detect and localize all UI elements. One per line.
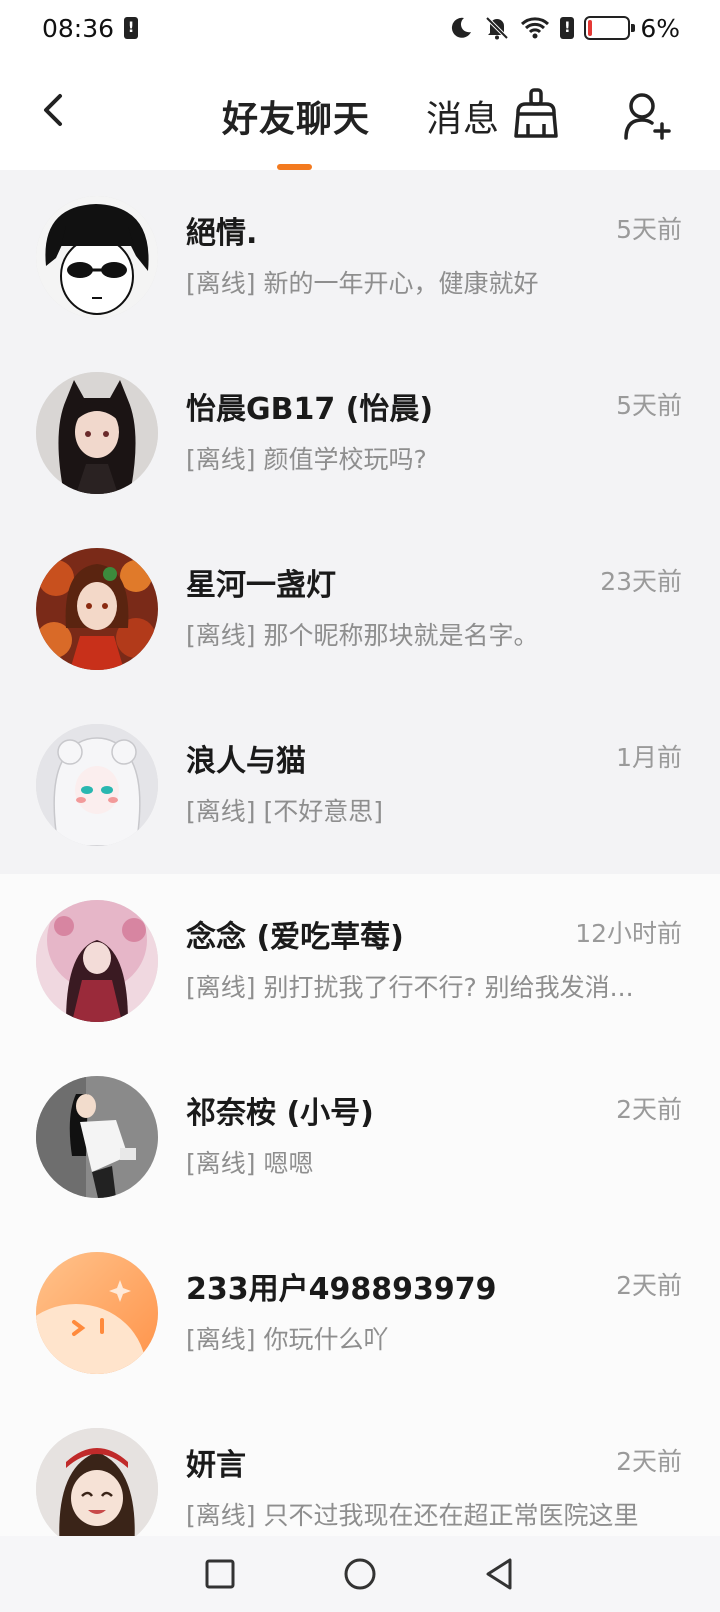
avatar	[36, 548, 158, 670]
clean-broom-icon[interactable]	[510, 86, 562, 142]
mute-bell-icon	[485, 16, 509, 40]
chat-list: 絕情. 5天前 [离线] 新的一年开心，健康就好 怡晨GB17 (怡晨) 5天前…	[0, 170, 720, 1536]
tab-friend-chat[interactable]: 好友聊天	[222, 90, 370, 142]
avatar	[36, 1428, 158, 1536]
back-triangle-icon[interactable]	[480, 1554, 520, 1594]
avatar	[36, 196, 158, 318]
add-friend-icon[interactable]	[622, 90, 674, 142]
message-time: 2天前	[616, 1271, 682, 1300]
message-preview: [离线] [不好意思]	[186, 797, 383, 826]
message-preview: [离线] 你玩什么吖	[186, 1325, 389, 1354]
chat-row[interactable]: 絕情. 5天前 [离线] 新的一年开心，健康就好	[0, 170, 720, 346]
moon-icon	[452, 17, 472, 38]
wifi-alert-icon: !	[560, 17, 575, 39]
contact-name: 絕情.	[186, 216, 258, 251]
chat-screen: 08:36 ! ! 6% 好友聊天 消息 絕情. 5天前 [离线] 新的一年开心…	[0, 0, 720, 1612]
wifi-icon	[521, 17, 550, 39]
pinned-section: 絕情. 5天前 [离线] 新的一年开心，健康就好 怡晨GB17 (怡晨) 5天前…	[0, 170, 720, 874]
message-time: 2天前	[616, 1095, 682, 1124]
contact-name: 祁奈桉 (小号)	[186, 1096, 374, 1131]
status-bar: 08:36 ! ! 6%	[0, 0, 720, 56]
chat-row[interactable]: 祁奈桉 (小号) 2天前 [离线] 嗯嗯	[0, 1050, 720, 1226]
battery-icon	[584, 16, 636, 40]
message-preview: [离线] 只不过我现在还在超正常医院这里	[186, 1501, 639, 1530]
chat-row[interactable]: 妍言 2天前 [离线] 只不过我现在还在超正常医院这里	[0, 1402, 720, 1536]
recent-apps-icon[interactable]	[200, 1554, 240, 1594]
contact-name: 233用户498893979	[186, 1272, 497, 1307]
avatar	[36, 372, 158, 494]
home-icon[interactable]	[340, 1554, 380, 1594]
contact-name: 念念 (爱吃草莓)	[186, 920, 404, 955]
message-time: 5天前	[616, 215, 682, 244]
avatar	[36, 724, 158, 846]
message-preview: [离线] 嗯嗯	[186, 1149, 314, 1178]
message-preview: [离线] 新的一年开心，健康就好	[186, 269, 539, 298]
message-time: 23天前	[600, 567, 682, 596]
message-preview: [离线] 那个昵称那块就是名字。	[186, 621, 539, 650]
contact-name: 浪人与猫	[186, 744, 306, 779]
message-preview: [离线] 颜值学校玩吗?	[186, 445, 427, 474]
message-time: 1月前	[616, 743, 682, 772]
avatar	[36, 1252, 158, 1374]
back-arrow-icon[interactable]	[30, 86, 78, 134]
status-time: 08:36	[42, 13, 115, 43]
message-time: 12小时前	[575, 919, 682, 948]
system-nav-bar	[0, 1536, 720, 1612]
message-time: 5天前	[616, 391, 682, 420]
message-preview: [离线] 别打扰我了行不行? 别给我发消...	[186, 973, 634, 1002]
battery-percent: 6%	[640, 13, 680, 43]
chat-row[interactable]: 233用户498893979 2天前 [离线] 你玩什么吖	[0, 1226, 720, 1402]
top-bar: 好友聊天 消息	[0, 56, 720, 170]
chat-row[interactable]: 星河一盏灯 23天前 [离线] 那个昵称那块就是名字。	[0, 522, 720, 698]
notification-alert-icon: !	[124, 17, 139, 39]
avatar	[36, 900, 158, 1022]
chat-row[interactable]: 念念 (爱吃草莓) 12小时前 [离线] 别打扰我了行不行? 别给我发消...	[0, 874, 720, 1050]
tab-messages[interactable]: 消息	[426, 90, 500, 142]
contact-name: 妍言	[186, 1448, 246, 1483]
message-time: 2天前	[616, 1447, 682, 1476]
contact-name: 星河一盏灯	[186, 568, 336, 603]
chat-row[interactable]: 浪人与猫 1月前 [离线] [不好意思]	[0, 698, 720, 874]
chat-row[interactable]: 怡晨GB17 (怡晨) 5天前 [离线] 颜值学校玩吗?	[0, 346, 720, 522]
avatar	[36, 1076, 158, 1198]
contact-name: 怡晨GB17 (怡晨)	[186, 392, 434, 427]
